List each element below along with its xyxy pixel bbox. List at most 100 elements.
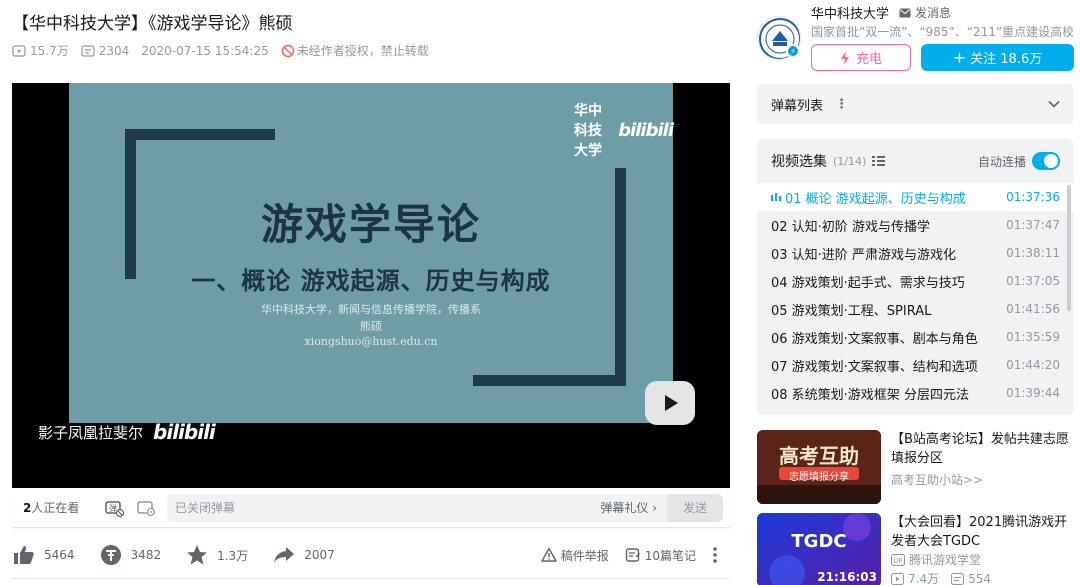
play-button[interactable] — [645, 381, 695, 425]
autoplay-switch[interactable] — [1032, 152, 1060, 170]
thumb-subtext: 志愿填报分享 — [789, 472, 849, 483]
episode-duration: 01:37:05 — [1006, 274, 1060, 288]
uploader-info: 华中科技大学 发消息 — [811, 3, 951, 22]
slide-bracket-br-h — [473, 375, 626, 386]
video-meta: 15.7万 2304 2020-07-15 15:54:25 未经作者授权，禁止… — [12, 42, 441, 59]
play-count-icon — [12, 44, 26, 57]
send-message-button[interactable]: 发消息 — [899, 4, 951, 21]
thumbs-up-icon — [14, 546, 34, 564]
danmaku-bar: 2人正在看 弹 已关闭弹幕 弹幕礼仪 › 发送 — [12, 488, 730, 528]
episode-title: 08 系统策划·游戏框架 分层四元法 — [771, 387, 969, 403]
episode-title: 06 游戏策划·文案叙事、剧本与角色 — [771, 331, 978, 347]
coin-button[interactable]: 3482 — [99, 543, 161, 567]
episode-item-active[interactable]: 01 概论 游戏起源、历史与构成 01:37:36 — [757, 183, 1074, 211]
video-toolbar: 5464 3482 1.3万 2007 稿件举报 10篇笔记 — [12, 540, 730, 570]
thumb-text: 高考互助 — [779, 444, 859, 468]
danmaku-placeholder[interactable]: 已关闭弹幕 — [167, 499, 600, 516]
episode-duration: 01:39:44 — [1006, 386, 1060, 400]
danmaku-icon — [951, 572, 965, 585]
more-options-button[interactable] — [712, 546, 722, 564]
note-icon — [625, 548, 640, 562]
send-button[interactable]: 发送 — [667, 493, 723, 522]
more-vertical-icon[interactable]: ⋮ — [835, 97, 848, 112]
slide-subtitle: 一、概论 游戏起源、历史与构成 — [191, 267, 551, 295]
danmaku-settings[interactable] — [135, 497, 157, 519]
episode-item[interactable]: 07 游戏策划·文案叙事、结构和选项 01:44:20 — [757, 351, 1074, 379]
list-view-icon[interactable] — [872, 155, 886, 167]
danmaku-etiquette-link[interactable]: 弹幕礼仪 › — [600, 499, 667, 516]
recommend-title[interactable]: 【B站高考论坛】发帖共建志愿填报分区 — [891, 430, 1074, 468]
episode-duration: 01:38:11 — [1006, 246, 1060, 260]
video-duration: 21:16:03 — [817, 570, 877, 584]
episode-list-title: 视频选集 — [771, 154, 827, 170]
episode-title: 05 游戏策划·工程、SPIRAL — [771, 303, 932, 319]
copyright-notice: 未经作者授权，禁止转载 — [281, 42, 429, 59]
episode-duration: 01:41:56 — [1006, 302, 1060, 316]
slide-email: xiongshuo@hust.edu.cn — [304, 335, 438, 348]
charge-button[interactable]: 充电 — [811, 44, 911, 71]
slide-bracket-tl-h — [125, 129, 275, 140]
follow-button[interactable]: + 关注 18.6万 — [921, 44, 1074, 71]
notes-button[interactable]: 10篇笔记 — [625, 547, 696, 564]
danmaku-list-panel[interactable]: 弹幕列表 ⋮ — [757, 84, 1074, 124]
episode-duration: 01:37:36 — [1006, 190, 1060, 204]
episode-item[interactable]: 08 系统策划·游戏框架 分层四元法 01:39:44 — [757, 379, 1074, 407]
recommend-author[interactable]: 高考互助小站>> — [891, 471, 983, 488]
lightning-icon — [840, 50, 849, 65]
slide-title: 游戏学导论 — [260, 200, 481, 249]
episode-item[interactable]: 06 游戏策划·文案叙事、剧本与角色 01:35:59 — [757, 323, 1074, 351]
lecture-slide: 游戏学导论 一、概论 游戏起源、历史与构成 华中科技大学，新闻与信息传播学院，传… — [69, 83, 674, 423]
episode-duration: 01:35:59 — [1006, 330, 1060, 344]
episode-list-header: 视频选集 (1/14) 自动连播 — [757, 139, 1074, 183]
danmaku-input[interactable]: 已关闭弹幕 弹幕礼仪 › 发送 — [167, 493, 723, 522]
episode-title: 04 游戏策划·起手式、需求与技巧 — [771, 275, 965, 291]
episode-title: 03 认知·进阶 严肃游戏与游戏化 — [771, 247, 956, 263]
up-badge-icon: UP — [891, 553, 905, 566]
episode-item[interactable]: 04 游戏策划·起手式、需求与技巧 01:37:05 — [757, 267, 1074, 295]
more-vertical-icon — [713, 547, 717, 563]
watermark-bottom: 影子凤凰拉斐尔 bilibili — [38, 420, 216, 444]
video-player[interactable]: 游戏学导论 一、概论 游戏起源、历史与构成 华中科技大学，新闻与信息传播学院，传… — [12, 83, 730, 488]
recommend-thumbnail[interactable]: 高考互助 志愿填报分享 — [757, 430, 881, 504]
video-title: 【华中科技大学】《游戏学导论》熊硕 — [12, 14, 293, 34]
episode-title: 07 游戏策划·文案叙事、结构和选项 — [771, 359, 978, 375]
warning-icon — [541, 547, 557, 562]
plus-icon: + — [952, 48, 967, 67]
recommend-title[interactable]: 【大会回看】2021腾讯游戏开发者大会TGDC — [891, 513, 1074, 551]
share-button[interactable]: 2007 — [272, 543, 335, 567]
danmaku-switch-icon: 弹 — [105, 500, 124, 517]
episode-item[interactable]: 02 认知·初阶 游戏与传播学 01:37:47 — [757, 211, 1074, 239]
share-icon — [274, 547, 295, 563]
danmaku-list-label: 弹幕列表 — [771, 98, 824, 114]
episode-item[interactable]: 05 游戏策划·工程、SPIRAL 01:41:56 — [757, 295, 1074, 323]
chevron-down-icon[interactable] — [1048, 97, 1060, 112]
thumb-text: TGDC — [791, 531, 847, 552]
publish-date: 2020-07-15 15:54:25 — [141, 43, 269, 58]
recommend-thumbnail[interactable]: TGDC 21:16:03 — [757, 513, 881, 585]
mail-icon — [899, 8, 911, 17]
view-count: 15.7万 — [12, 42, 69, 59]
bilibili-logo: bilibili — [618, 119, 674, 141]
svg-text:弹: 弹 — [109, 503, 117, 513]
forbidden-icon — [281, 44, 294, 57]
recommend-author[interactable]: UP 腾讯游戏学堂 — [891, 551, 981, 568]
toolbar-divider — [12, 578, 730, 579]
recommend-card[interactable]: TGDC 21:16:03 【大会回看】2021腾讯游戏开发者大会TGDC UP… — [757, 513, 1074, 585]
episode-title: 02 认知·初阶 游戏与传播学 — [771, 219, 930, 235]
like-button[interactable]: 5464 — [12, 543, 75, 567]
autoplay-toggle[interactable]: 自动连播 — [978, 152, 1060, 170]
episode-list-scrollbar[interactable] — [1067, 185, 1071, 311]
uploader-description: 国家首批“双一流”、“985”、“211”重点建设高校，... — [811, 25, 1073, 39]
slide-author: 熊硕 — [360, 320, 382, 333]
danmaku-toggle[interactable]: 弹 — [103, 497, 125, 519]
recommend-card-ad[interactable]: 高考互助 志愿填报分享 【B站高考论坛】发帖共建志愿填报分区 高考互助小站>> — [757, 430, 1074, 504]
play-count-icon — [891, 572, 904, 585]
danmaku-settings-icon — [137, 500, 156, 516]
episode-item[interactable]: 03 认知·进阶 严肃游戏与游戏化 01:38:11 — [757, 239, 1074, 267]
episode-title: 01 概论 游戏起源、历史与构成 — [785, 191, 966, 207]
uploader-name[interactable]: 华中科技大学 — [811, 3, 889, 22]
favorite-button[interactable]: 1.3万 — [185, 543, 248, 567]
report-button[interactable]: 稿件举报 — [541, 547, 609, 564]
star-icon — [187, 545, 208, 565]
watching-count: 2人正在看 — [23, 501, 80, 515]
